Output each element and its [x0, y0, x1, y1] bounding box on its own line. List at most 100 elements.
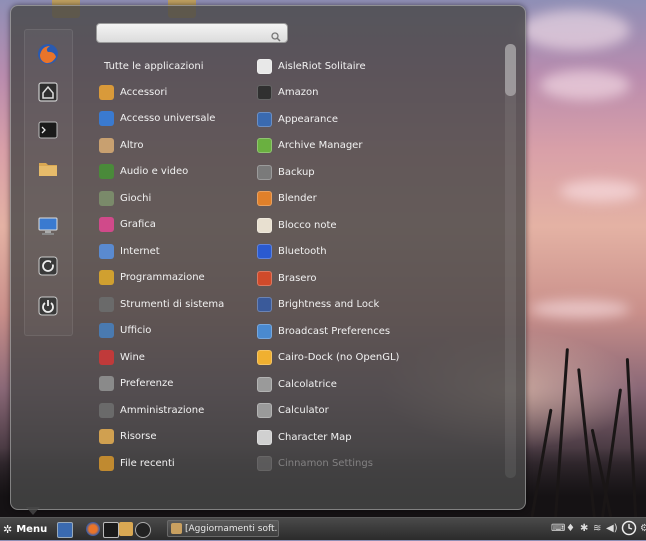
power-icon[interactable] [34, 292, 62, 320]
cinnamon-settings-icon [257, 456, 272, 471]
category-label: Amministrazione [120, 404, 205, 416]
application-item[interactable]: Cinnamon Settings [257, 454, 373, 474]
brightness-icon [257, 297, 272, 312]
amazon-icon [257, 85, 272, 100]
application-item[interactable]: Blender [257, 189, 317, 209]
terminal-launcher-icon[interactable] [103, 522, 119, 538]
app-list-scrollbar[interactable] [505, 44, 516, 478]
application-label: Brasero [278, 272, 317, 284]
search-icon [271, 27, 281, 46]
update-manager-icon [171, 523, 182, 534]
taskbar-window-button[interactable]: [Aggiornamenti soft... [167, 520, 279, 537]
application-label: Appearance [278, 113, 339, 125]
application-label: Bluetooth [278, 246, 327, 257]
category-item[interactable]: Preferenze [99, 374, 173, 394]
charmap-icon [257, 429, 272, 445]
application-item[interactable]: Blocco note [257, 215, 337, 235]
category-item[interactable]: Altro [99, 135, 144, 155]
menu-button[interactable]: ✲ Menu [3, 521, 47, 537]
application-menu: Tutte le applicazioni Accessori Accesso u… [10, 5, 526, 510]
search-box[interactable] [96, 23, 288, 43]
application-item[interactable]: Bluetooth [257, 242, 327, 262]
bluetooth-tray-icon[interactable]: ✱ [580, 522, 588, 536]
taskbar-window-title: [Aggiornamenti soft... [185, 523, 279, 534]
accessories-icon [99, 84, 114, 100]
app-launcher-icon[interactable] [135, 522, 151, 538]
terminal-icon[interactable] [34, 116, 62, 144]
all-applications-category[interactable]: Tutte le applicazioni [104, 61, 203, 72]
category-label: Wine [120, 351, 145, 363]
application-item[interactable]: Appearance [257, 109, 338, 129]
application-item[interactable]: Calculator [257, 401, 329, 421]
category-item[interactable]: Accessori [99, 82, 167, 102]
application-item[interactable]: Brasero [257, 268, 316, 288]
wine-icon [99, 349, 114, 365]
programming-icon [99, 270, 114, 285]
firefox-launcher-icon[interactable] [86, 522, 100, 536]
files-launcher-icon[interactable] [119, 522, 133, 536]
application-item[interactable]: Amazon [257, 83, 318, 103]
notepad-icon [257, 217, 272, 233]
application-item[interactable]: Broadcast Preferences [257, 321, 390, 341]
application-item[interactable]: AisleRiot Solitaire [257, 56, 366, 76]
category-label: Accesso universale [120, 113, 216, 124]
places-icon [99, 429, 114, 444]
category-label: Preferenze [120, 378, 174, 389]
gear-icon: ✲ [3, 522, 13, 536]
category-item[interactable]: Grafica [99, 215, 156, 235]
application-label: Amazon [278, 87, 319, 98]
scrollbar-thumb[interactable] [505, 44, 516, 96]
keyboard-icon[interactable]: ⌨ [551, 522, 565, 536]
application-item[interactable]: Backup [257, 162, 315, 182]
internet-icon [99, 243, 114, 259]
firefox-icon[interactable] [34, 40, 62, 68]
recent-files-icon [99, 455, 114, 471]
volume-icon[interactable]: ◀) [606, 522, 618, 536]
administration-icon [99, 402, 114, 418]
calculator-icon [257, 376, 272, 392]
category-label: Risorse [120, 431, 157, 442]
office-icon [99, 323, 114, 338]
category-item[interactable]: Amministrazione [99, 400, 204, 420]
category-item[interactable]: Ufficio [99, 321, 151, 341]
category-item[interactable]: Audio e video [99, 162, 188, 182]
category-label: File recenti [120, 457, 175, 469]
user-icon[interactable]: ⚙ [640, 522, 646, 536]
other-icon [99, 137, 114, 153]
category-item[interactable]: Wine [99, 347, 145, 367]
backup-icon [257, 164, 272, 180]
category-item[interactable]: Accesso universale [99, 109, 215, 129]
wifi-icon[interactable]: ≋ [593, 522, 601, 536]
category-item[interactable]: Programmazione [99, 268, 205, 288]
category-item[interactable]: Risorse [99, 427, 157, 447]
show-desktop-icon[interactable] [57, 522, 73, 538]
category-item[interactable]: File recenti [99, 453, 175, 473]
application-label: Cairo-Dock (no OpenGL) [278, 352, 400, 363]
application-label: Archive Manager [278, 140, 363, 151]
application-item[interactable]: Archive Manager [257, 136, 362, 156]
application-label: Blender [278, 193, 317, 204]
application-label: Character Map [278, 431, 352, 443]
network-icon[interactable]: ♦ [566, 522, 575, 536]
logout-icon[interactable] [34, 252, 62, 280]
application-list: AisleRiot Solitaire Amazon Appearance Archi… [257, 54, 507, 474]
application-item[interactable]: Cairo-Dock (no OpenGL) [257, 348, 399, 368]
category-item[interactable]: Giochi [99, 188, 151, 208]
folder-icon[interactable] [34, 154, 62, 182]
category-label: Grafica [120, 219, 156, 230]
system-tools-icon [99, 296, 114, 312]
category-label: Accessori [120, 86, 168, 98]
search-input[interactable] [101, 25, 265, 43]
category-item[interactable]: Strumenti di sistema [99, 294, 224, 314]
display-icon[interactable] [34, 212, 62, 240]
clock-icon[interactable] [621, 520, 637, 541]
blender-icon [257, 191, 272, 206]
solitaire-icon [257, 58, 272, 74]
application-item[interactable]: Calcolatrice [257, 374, 337, 394]
application-item[interactable]: Character Map [257, 427, 352, 447]
appearance-icon [257, 111, 272, 127]
category-label: Strumenti di sistema [120, 298, 225, 310]
category-item[interactable]: Internet [99, 241, 160, 261]
application-item[interactable]: Brightness and Lock [257, 295, 379, 315]
software-center-icon[interactable] [34, 78, 62, 106]
